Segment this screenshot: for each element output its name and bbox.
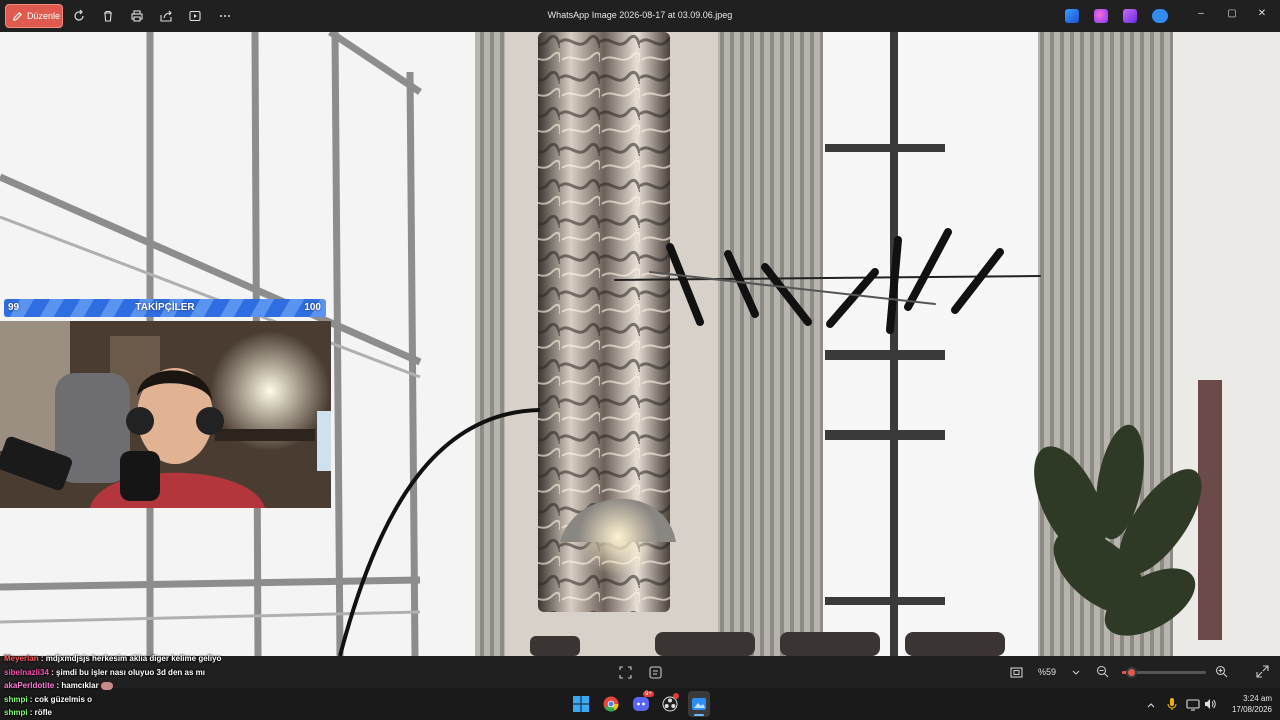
active-indicator [694,714,704,716]
obs-icon[interactable] [662,693,679,712]
chat-text: : cok güzelmis o [27,694,93,704]
chat-text: : röfle [27,708,53,717]
zoom-slider[interactable] [1122,667,1206,678]
webcam-feed [0,321,331,508]
designer-app-icon[interactable] [1065,9,1079,23]
discord-badge: 9+ [643,691,654,697]
chat-text: : hamcıklar [54,681,99,690]
fit-screen-icon[interactable] [619,666,632,679]
clock[interactable]: 3:24 am 17/08/2026 [1222,693,1272,715]
maximize-button[interactable]: ▢ [1225,8,1239,22]
follower-goal-bar: 99 TAKİPÇİLER 100 [4,299,326,317]
clipchamp-app-icon[interactable] [1123,9,1137,23]
follower-goal-label: TAKİPÇİLER [135,302,195,313]
copilot-app-icon[interactable] [1094,9,1108,23]
zoom-in-icon[interactable] [1215,665,1228,678]
chat-username: sibelnazli34 [4,667,49,677]
chat-username: akaPerldotite [4,681,55,690]
follower-goal-target: 100 [304,302,321,313]
volume-icon[interactable] [1203,697,1217,711]
actual-size-icon[interactable] [1010,666,1023,679]
webcam-overlay [0,321,331,508]
chat-message: akaPerldotite : hamcıklar [4,679,221,693]
chat-message: Meyerlan : mdjxmdjsjs herkesim aklıa dig… [4,652,221,666]
chat-username: shmpi [4,694,28,704]
chat-text: : mdjxmdjsjs herkesim aklıa diger kelime… [38,654,222,663]
chat-message: shmpi : cok güzelmis o [4,693,221,707]
zoom-out-icon[interactable] [1096,665,1109,678]
zoom-slider-thumb[interactable] [1126,667,1137,678]
chevron-up-icon[interactable] [1145,698,1157,710]
discord-icon[interactable]: 9+ [633,691,654,712]
chat-message: sibelnazli34 : şimdi bu işler nası oluyu… [4,666,221,680]
obs-recording-dot [673,693,679,699]
onedrive-icon[interactable] [1152,9,1168,23]
title-bar: Düzenle WhatsApp Image 2026-08-17 at 03.… [0,0,1280,32]
window-title: WhatsApp Image 2026-08-17 at 03.09.06.jp… [547,10,733,20]
network-icon[interactable] [1186,697,1200,711]
visual-search-icon[interactable] [649,666,662,679]
close-button[interactable]: ✕ [1255,8,1269,22]
microphone-icon[interactable] [1166,697,1178,711]
chat-username: Meyerlan [4,654,39,663]
emote-icon [100,681,113,690]
photos-app-taskbar-button[interactable] [688,691,710,717]
fullscreen-icon[interactable] [1256,665,1269,678]
windows-start-icon[interactable] [573,696,589,712]
stream-chat-overlay: Meyerlan : mdjxmdjsjs herkesim aklıa dig… [4,652,221,720]
chat-text: : şimdi bu işler nası oluyuo 3d den as m… [48,667,205,677]
chevron-down-icon[interactable] [1070,665,1082,677]
minimize-button[interactable]: – [1194,8,1208,22]
clock-date: 17/08/2026 [1231,705,1272,714]
photos-icon [692,698,706,710]
chrome-icon[interactable] [603,696,619,712]
chat-message: shmpi : röfle [4,706,221,720]
clock-time: 3:24 am [1243,694,1272,703]
zoom-level[interactable]: %59 [1038,667,1056,677]
chat-username: shmpi [4,708,28,717]
